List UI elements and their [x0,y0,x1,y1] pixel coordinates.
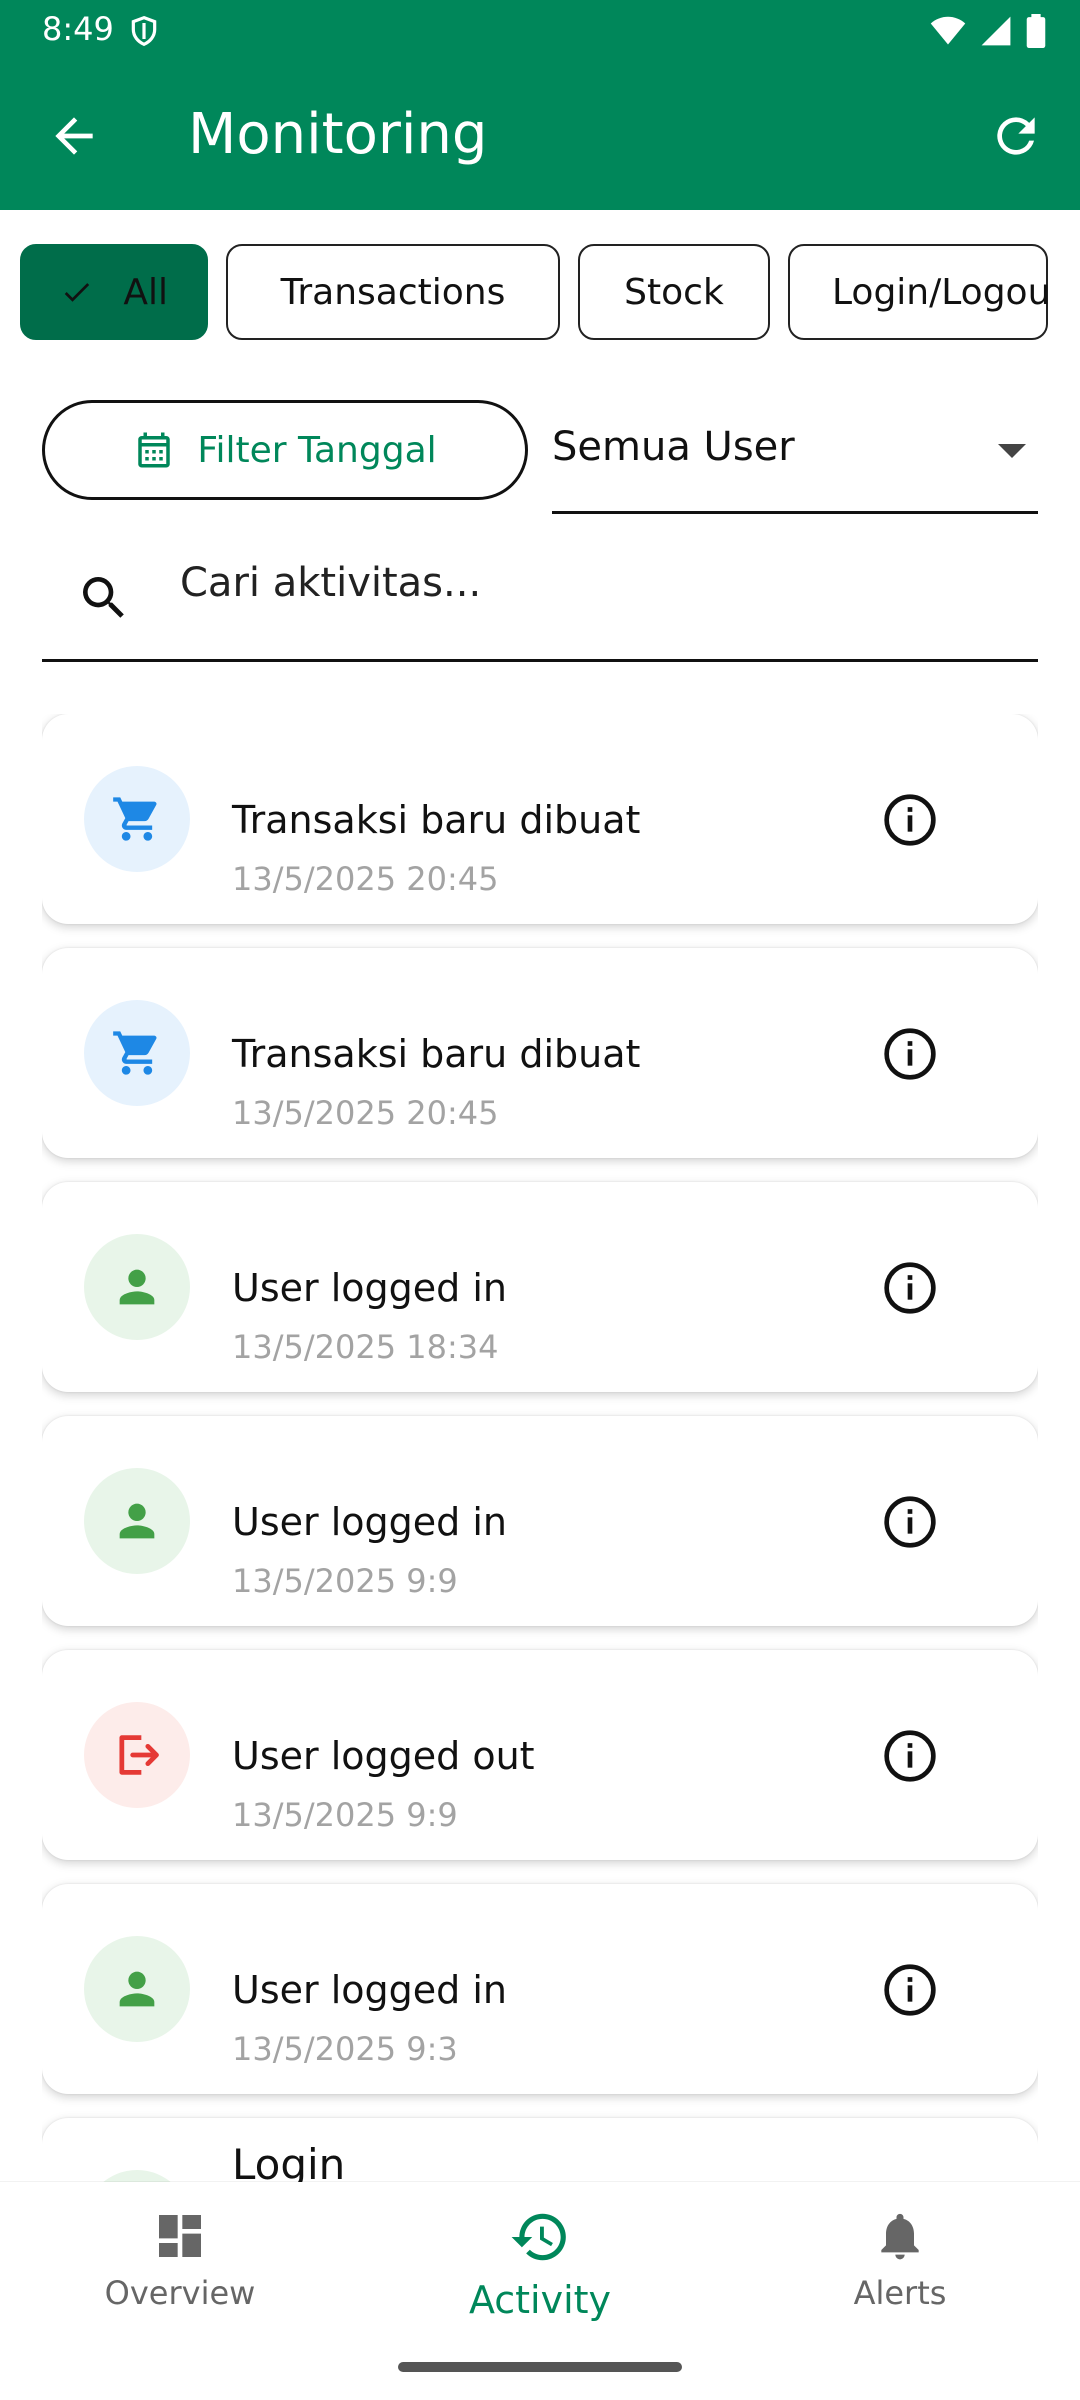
nav-label: Overview [104,2274,256,2312]
status-bar: 8:49 [0,0,1080,64]
activity-list: Transaksi baru dibuat 13/5/2025 20:45 Tr… [42,714,1038,2182]
page-title: Monitoring [188,102,488,167]
chip-transactions[interactable]: Transactions [226,244,560,340]
search-field[interactable]: Cari aktivitas... [42,550,1038,662]
activity-title: User logged in [232,1500,507,1544]
activity-avatar [84,1702,190,1808]
chip-login-logout[interactable]: Login/Logou [788,244,1051,340]
activity-timestamp: 13/5/2025 9:3 [232,2030,458,2068]
info-icon[interactable] [882,1026,938,1082]
app-bar: Monitoring [0,64,1080,210]
nav-overview[interactable]: Overview [30,2208,330,2312]
activity-avatar [84,766,190,872]
activity-timestamp: 13/5/2025 18:34 [232,1328,499,1366]
activity-title: User logged in [232,1266,507,1310]
nav-alerts[interactable]: Alerts [750,2208,1050,2312]
activity-card[interactable]: Login [42,2118,1038,2182]
refresh-icon[interactable] [988,108,1044,164]
search-icon [83,577,124,618]
wifi-icon [930,16,966,45]
chip-all[interactable]: All [20,244,208,340]
activity-card[interactable]: User logged out 13/5/2025 9:9 [42,1650,1038,1860]
chip-label: Login/Logou [832,271,1051,313]
activity-title: User logged out [232,1734,535,1778]
activity-avatar [84,1234,190,1340]
nav-label: Alerts [853,2274,947,2312]
person-icon [119,1971,155,2007]
signal-icon [981,16,1011,46]
activity-avatar [84,2170,190,2182]
back-arrow-icon[interactable] [46,108,102,164]
bell-icon [881,2213,919,2260]
activity-timestamp: 13/5/2025 9:9 [232,1796,458,1834]
activity-timestamp: 13/5/2025 20:45 [232,860,499,898]
battery-icon [1026,14,1046,48]
search-placeholder: Cari aktivitas... [180,560,482,606]
chip-label: All [123,271,168,313]
activity-title: Transaksi baru dibuat [232,798,641,842]
chip-label: Transactions [280,271,506,313]
activity-avatar [84,1000,190,1106]
filter-chip-row: All Transactions Stock Login/Logou [20,244,1060,344]
user-select[interactable]: Semua User [552,400,1038,514]
cart-icon [113,1031,157,1075]
info-icon[interactable] [882,792,938,848]
info-icon[interactable] [882,1962,938,2018]
chip-label: Stock [624,271,724,313]
activity-timestamp: 13/5/2025 9:9 [232,1562,458,1600]
person-icon [119,1269,155,1305]
activity-title: Transaksi baru dibuat [232,1032,641,1076]
date-filter-button[interactable]: Filter Tanggal [42,400,528,500]
activity-timestamp: 13/5/2025 20:45 [232,1094,499,1132]
cart-icon [113,797,157,841]
info-icon[interactable] [882,1494,938,1550]
dropdown-arrow-icon [998,444,1026,458]
home-indicator[interactable] [398,2362,682,2372]
activity-card[interactable]: User logged in 13/5/2025 9:9 [42,1416,1038,1626]
date-filter-label: Filter Tanggal [197,429,437,471]
activity-card[interactable]: Transaksi baru dibuat 13/5/2025 20:45 [42,948,1038,1158]
status-time: 8:49 [42,10,114,48]
shield-icon [131,15,157,47]
info-icon[interactable] [882,1260,938,1316]
calendar-icon [138,432,171,468]
person-icon [119,1503,155,1539]
history-icon [511,2213,566,2261]
nav-activity[interactable]: Activity [390,2206,690,2322]
logout-icon [119,1735,159,1775]
activity-card[interactable]: Transaksi baru dibuat 13/5/2025 20:45 [42,714,1038,924]
activity-title: User logged in [232,1968,507,2012]
activity-card[interactable]: User logged in 13/5/2025 18:34 [42,1182,1038,1392]
activity-title: Login [232,2140,346,2182]
activity-card[interactable]: User logged in 13/5/2025 9:3 [42,1884,1038,2094]
check-icon [64,283,90,302]
system-icons [930,14,1046,48]
dashboard-icon [159,2215,201,2257]
user-select-value: Semua User [552,424,795,470]
chip-stock[interactable]: Stock [578,244,770,340]
nav-label: Activity [468,2278,612,2322]
activity-avatar [84,1936,190,2042]
info-icon[interactable] [882,1728,938,1784]
activity-avatar [84,1468,190,1574]
